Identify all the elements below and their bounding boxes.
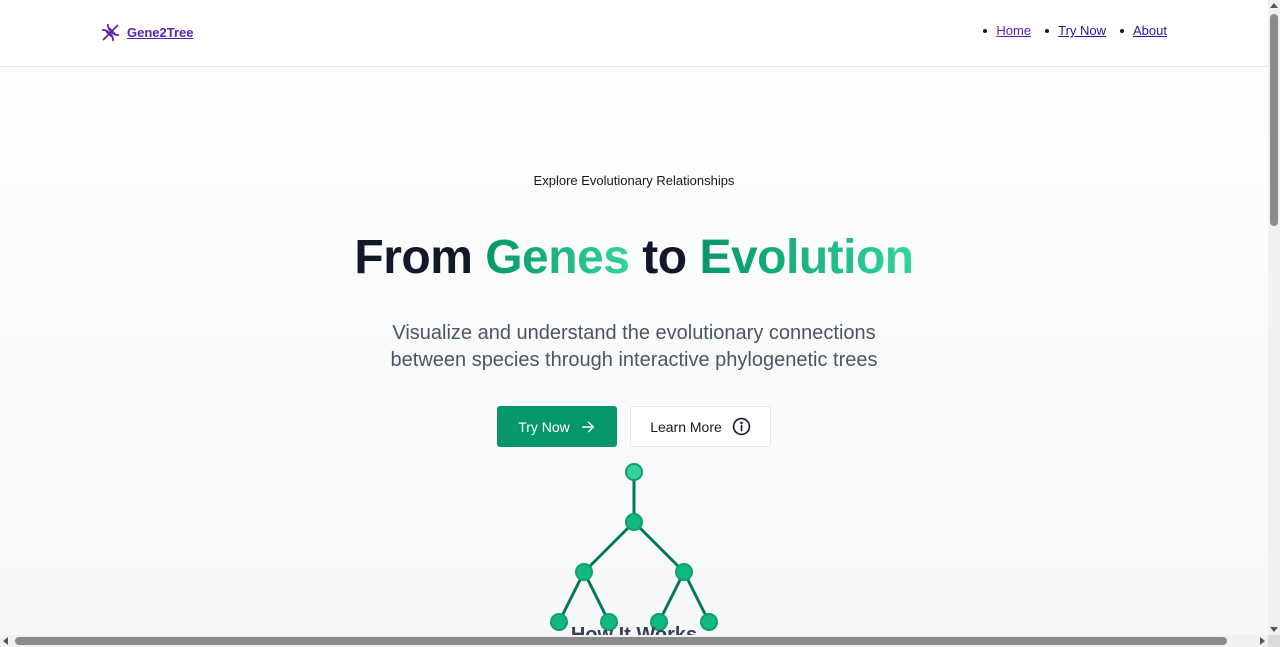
try-now-button-label: Try Now: [518, 418, 570, 435]
learn-more-button[interactable]: Learn More: [630, 406, 771, 447]
scroll-down-icon[interactable]: [1270, 627, 1278, 632]
horizontal-scrollbar[interactable]: [0, 635, 1268, 647]
subtitle-line-1: Visualize and understand the evolutionar…: [392, 322, 876, 344]
nav-link-about[interactable]: About: [1133, 23, 1167, 38]
headline-part-to: to: [629, 231, 700, 284]
page-viewport: Gene2Tree Home Try Now About Explore Evo…: [0, 0, 1268, 635]
nav-link-home[interactable]: Home: [996, 23, 1031, 38]
hero-eyebrow: Explore Evolutionary Relationships: [533, 173, 735, 188]
learn-more-button-label: Learn More: [650, 418, 722, 435]
hero-subtitle: Visualize and understand the evolutionar…: [0, 320, 1268, 374]
brand[interactable]: Gene2Tree: [100, 22, 194, 43]
scroll-right-icon[interactable]: [1260, 637, 1265, 645]
scroll-up-icon[interactable]: [1270, 3, 1278, 8]
vertical-scrollbar[interactable]: [1268, 0, 1280, 635]
info-circle-icon: [732, 417, 751, 436]
brand-link[interactable]: Gene2Tree: [127, 25, 194, 40]
horizontal-scroll-thumb[interactable]: [15, 637, 1227, 645]
nav-link-try-now[interactable]: Try Now: [1058, 23, 1106, 38]
scroll-left-icon[interactable]: [3, 637, 8, 645]
top-navbar: Gene2Tree Home Try Now About: [0, 0, 1268, 67]
arrow-right-icon: [581, 421, 594, 432]
nav-item-home: Home: [983, 23, 1031, 38]
dna-icon: [101, 23, 120, 42]
main-nav: Home Try Now About: [983, 23, 1167, 38]
headline-part-from: From: [354, 231, 486, 284]
hero-headline: From Genes to Evolution: [0, 230, 1268, 285]
scrollbar-corner: [1268, 635, 1280, 647]
headline-accent-genes: Genes: [485, 231, 630, 284]
phylogenetic-tree-icon: [550, 463, 718, 631]
next-section-heading: How It Works: [570, 624, 698, 635]
nav-item-try-now: Try Now: [1045, 23, 1106, 38]
subtitle-line-2: between species through interactive phyl…: [390, 349, 878, 371]
try-now-button[interactable]: Try Now: [497, 406, 617, 447]
headline-accent-evolution: Evolution: [699, 231, 914, 284]
nav-item-about: About: [1120, 23, 1167, 38]
vertical-scroll-thumb[interactable]: [1270, 14, 1278, 226]
